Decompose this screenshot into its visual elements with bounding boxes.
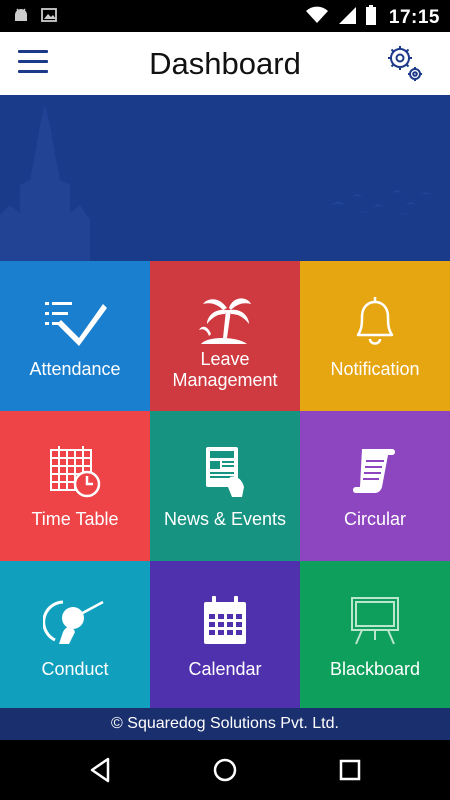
- tile-notification[interactable]: Notification: [300, 261, 450, 411]
- bell-icon: [350, 289, 400, 353]
- scroll-icon: [350, 439, 400, 503]
- blackboard-icon: [348, 589, 402, 653]
- conductor-baton-icon: [43, 589, 107, 653]
- back-icon[interactable]: [86, 755, 116, 785]
- status-bar: 17:15: [0, 0, 450, 32]
- tile-label: Conduct: [41, 659, 109, 679]
- timetable-clock-icon: [47, 439, 103, 503]
- tile-label: Leave Management: [150, 349, 300, 391]
- tile-label: News & Events: [163, 509, 287, 529]
- dashboard-grid: Attendance Leave Management Notification: [0, 261, 450, 708]
- battery-icon: [365, 4, 377, 31]
- tile-label-line: Leave: [200, 349, 250, 369]
- image-icon: [40, 6, 58, 29]
- header-banner: [0, 95, 450, 261]
- newspaper-icon: [200, 439, 250, 503]
- tile-time-table[interactable]: Time Table: [0, 411, 150, 561]
- system-nav-bar: [0, 740, 450, 800]
- app-bar: Dashboard: [0, 32, 450, 96]
- palm-tree-icon: [197, 289, 253, 353]
- status-time: 17:15: [388, 6, 440, 28]
- tile-circular[interactable]: Circular: [300, 411, 450, 561]
- page-title: Dashboard: [149, 46, 301, 81]
- checklist-icon: [43, 289, 107, 353]
- tile-leave-management[interactable]: Leave Management: [150, 261, 300, 411]
- tile-label: Notification: [330, 359, 420, 379]
- tile-calendar[interactable]: Calendar: [150, 561, 300, 708]
- home-icon[interactable]: [210, 755, 240, 785]
- tile-label: Attendance: [29, 359, 121, 379]
- android-icon: [12, 6, 30, 29]
- banner-silhouette: [0, 105, 432, 261]
- tile-news-events[interactable]: News & Events: [150, 411, 300, 561]
- calendar-icon: [200, 589, 250, 653]
- tile-label: Circular: [343, 509, 406, 529]
- copyright-footer: © Squaredog Solutions Pvt. Ltd.: [0, 708, 450, 740]
- gear-icon[interactable]: [384, 42, 426, 84]
- tile-blackboard[interactable]: Blackboard: [300, 561, 450, 708]
- tile-conduct[interactable]: Conduct: [0, 561, 150, 708]
- wifi-icon: [305, 5, 329, 30]
- tile-label: Calendar: [188, 659, 262, 679]
- tile-label: Blackboard: [329, 659, 421, 679]
- recents-icon[interactable]: [335, 755, 365, 785]
- signal-icon: [337, 5, 357, 30]
- tile-label-line: Management: [172, 370, 278, 390]
- tile-label: Time Table: [31, 509, 119, 529]
- tile-attendance[interactable]: Attendance: [0, 261, 150, 411]
